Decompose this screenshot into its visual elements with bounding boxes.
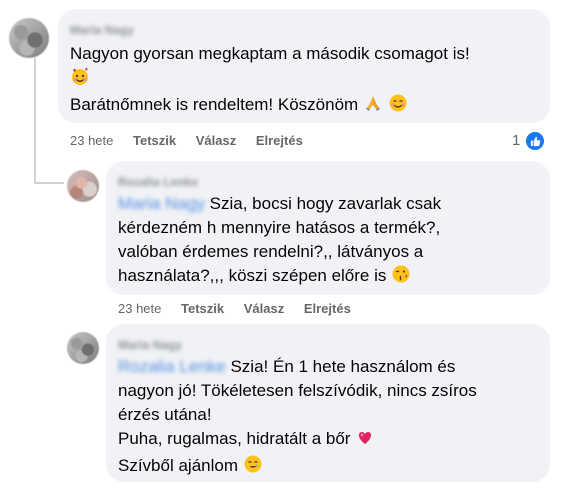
- comment-author[interactable]: Maria Nagy: [70, 22, 470, 38]
- reply-text-line: használata?,,, köszi szépen előre is: [118, 264, 441, 291]
- thread-connector: [34, 182, 64, 184]
- avatar[interactable]: [9, 18, 49, 58]
- comment-text-line: Barátnőmnek is rendeltem! Köszönöm: [70, 93, 470, 120]
- like-button[interactable]: Tetszik: [181, 301, 224, 316]
- reply-text-line: Rozalia Lenke Szia! Én 1 hete használom …: [118, 357, 456, 376]
- reply-text-line: Maria Nagy Szia, bocsi hogy zavarlak csa…: [118, 194, 442, 213]
- reply-text-line: nagyon jó! Tökéletesen felszívódik, ninc…: [118, 381, 477, 400]
- avatar[interactable]: [67, 170, 99, 202]
- reply-bubble: Rozalia Lenke Maria Nagy Szia, bocsi hog…: [106, 161, 550, 295]
- hide-button[interactable]: Elrejtés: [304, 301, 351, 316]
- smiling-face-with-hearts-icon: [70, 66, 90, 93]
- face-blowing-kiss-icon: [391, 264, 411, 291]
- heart-exclamation-icon: [355, 427, 375, 454]
- comment-text-line: [70, 66, 470, 93]
- comment-thread: Maria Nagy Nagyon gyorsan megkaptam a má…: [0, 0, 565, 489]
- comment-timestamp[interactable]: 23 hete: [70, 133, 113, 148]
- smiling-face-with-tear-icon: [243, 454, 263, 481]
- avatar[interactable]: [67, 332, 99, 364]
- comment-text-line: Nagyon gyorsan megkaptam a második csoma…: [70, 44, 470, 63]
- reply-timestamp[interactable]: 23 hete: [118, 301, 161, 316]
- mention-link[interactable]: Rozalia Lenke: [118, 357, 226, 376]
- reply-button[interactable]: Válasz: [244, 301, 284, 316]
- reply-text-line: kérdezném h mennyire hatásos a termék?,: [118, 218, 441, 237]
- hide-button[interactable]: Elrejtés: [256, 133, 303, 148]
- reply-text-line: Puha, rugalmas, hidratált a bőr: [118, 427, 477, 454]
- thread-connector: [34, 58, 36, 183]
- comment-bubble: Maria Nagy Nagyon gyorsan megkaptam a má…: [58, 9, 550, 123]
- reply-text-line: valóban érdemes rendelni?,, látványos a: [118, 242, 424, 261]
- folded-hands-icon: [363, 93, 383, 120]
- thumbs-up-icon[interactable]: [524, 130, 546, 152]
- smiling-face-icon: [388, 93, 408, 120]
- reply-author[interactable]: Maria Nagy: [118, 337, 477, 353]
- reply-text-line: érzés utána!: [118, 405, 212, 424]
- reply-bubble: Maria Nagy Rozalia Lenke Szia! Én 1 hete…: [106, 324, 550, 482]
- like-button[interactable]: Tetszik: [133, 133, 176, 148]
- comment-actions: 23 hete Tetszik Válasz Elrejtés: [70, 132, 319, 150]
- reply-author[interactable]: Rozalia Lenke: [118, 174, 441, 190]
- reply-button[interactable]: Válasz: [196, 133, 236, 148]
- reaction-count[interactable]: 1: [512, 131, 520, 151]
- reply-text-line: Szívből ajánlom: [118, 454, 477, 481]
- mention-link[interactable]: Maria Nagy: [118, 194, 205, 213]
- reply-actions: 23 hete Tetszik Válasz Elrejtés: [118, 300, 367, 318]
